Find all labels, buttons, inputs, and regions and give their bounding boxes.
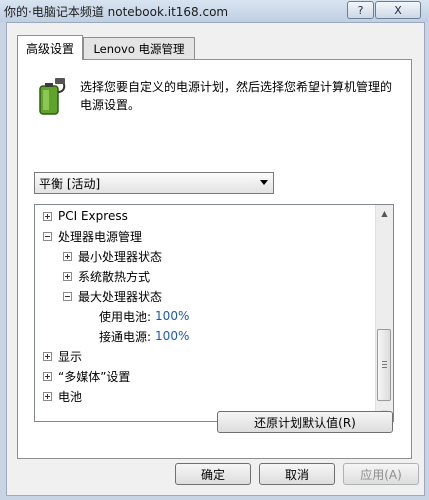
collapse-icon[interactable] <box>43 231 52 241</box>
battery-plug-icon <box>39 78 66 115</box>
restore-defaults-button[interactable]: 还原计划默认值(R) <box>217 411 393 433</box>
help-button[interactable]: ? <box>347 1 374 19</box>
tree-item-pci-express[interactable]: PCI Express <box>43 206 128 226</box>
expand-icon[interactable] <box>43 351 52 361</box>
tree-item-processor-power[interactable]: 处理器电源管理 <box>43 226 142 246</box>
setting-value-link[interactable]: 100% <box>155 329 189 343</box>
title-bar: 你的·电脑记本频道 notebook.it168.com ? X <box>0 0 429 22</box>
tree-item-label: “多媒体”设置 <box>58 369 131 384</box>
power-options-dialog: 高级设置 Lenovo 电源管理 选择您要自定义的电源计划，然后选择您希望计算机… <box>6 22 425 496</box>
description-text: 选择您要自定义的电源计划，然后选择您希望计算机管理的电源设置。 <box>80 80 393 112</box>
scroll-up-icon[interactable]: ▲ <box>376 205 393 221</box>
chevron-down-icon <box>260 180 268 185</box>
ok-button[interactable]: 确定 <box>175 463 251 485</box>
tab-advanced-settings[interactable]: 高级设置 <box>17 35 83 60</box>
cancel-button[interactable]: 取消 <box>259 463 335 485</box>
tree-item-cooling-policy[interactable]: 系统散热方式 <box>63 266 150 286</box>
scrollbar-thumb[interactable] <box>377 329 391 401</box>
tab-lenovo-power-management[interactable]: Lenovo 电源管理 <box>83 37 195 59</box>
tree-item-label: 显示 <box>58 349 83 364</box>
tree-item-max-processor-state[interactable]: 最大处理器状态 <box>63 286 162 306</box>
advanced-settings-panel: 选择您要自定义的电源计划，然后选择您希望计算机管理的电源设置。 平衡 [活动] … <box>17 59 412 459</box>
vertical-scrollbar[interactable]: ▲ ▼ <box>375 205 393 421</box>
tree-item-label: 最大处理器状态 <box>78 289 163 304</box>
settings-tree[interactable]: PCI Express 处理器电源管理 最小处理器状态 系统散热方式 最大处理器… <box>34 204 394 422</box>
expand-icon[interactable] <box>63 271 72 281</box>
setting-label: 接通电源: <box>99 329 152 344</box>
expand-icon[interactable] <box>43 211 52 221</box>
tree-item-display[interactable]: 显示 <box>43 346 82 366</box>
tree-item-label: 最小处理器状态 <box>78 249 163 264</box>
tree-item-battery[interactable]: 电池 <box>43 386 82 406</box>
expand-icon[interactable] <box>63 251 72 261</box>
tree-item-label: PCI Express <box>58 209 128 223</box>
power-plan-value: 平衡 [活动] <box>39 176 101 191</box>
apply-button[interactable]: 应用(A) <box>343 463 419 485</box>
grip-line <box>382 364 387 365</box>
power-plan-select[interactable]: 平衡 [活动] <box>34 172 274 194</box>
tree-item-label: 处理器电源管理 <box>58 229 143 244</box>
tree-item-plugged-in[interactable]: 接通电源: 100% <box>99 326 189 346</box>
expand-icon[interactable] <box>43 371 52 381</box>
tree-item-label: 系统散热方式 <box>78 269 151 284</box>
expand-icon[interactable] <box>43 391 52 401</box>
close-button[interactable]: X <box>375 1 421 19</box>
tree-item-min-processor-state[interactable]: 最小处理器状态 <box>63 246 162 266</box>
setting-label: 使用电池: <box>99 309 152 324</box>
grip-line <box>382 361 387 362</box>
grip-line <box>382 367 387 368</box>
tree-item-multimedia[interactable]: “多媒体”设置 <box>43 366 130 386</box>
collapse-icon[interactable] <box>63 291 72 301</box>
setting-value-link[interactable]: 100% <box>155 309 189 323</box>
watermark-text: 你的·电脑记本频道 notebook.it168.com <box>4 5 229 19</box>
tree-item-on-battery[interactable]: 使用电池: 100% <box>99 306 189 326</box>
tree-item-label: 电池 <box>58 389 83 404</box>
